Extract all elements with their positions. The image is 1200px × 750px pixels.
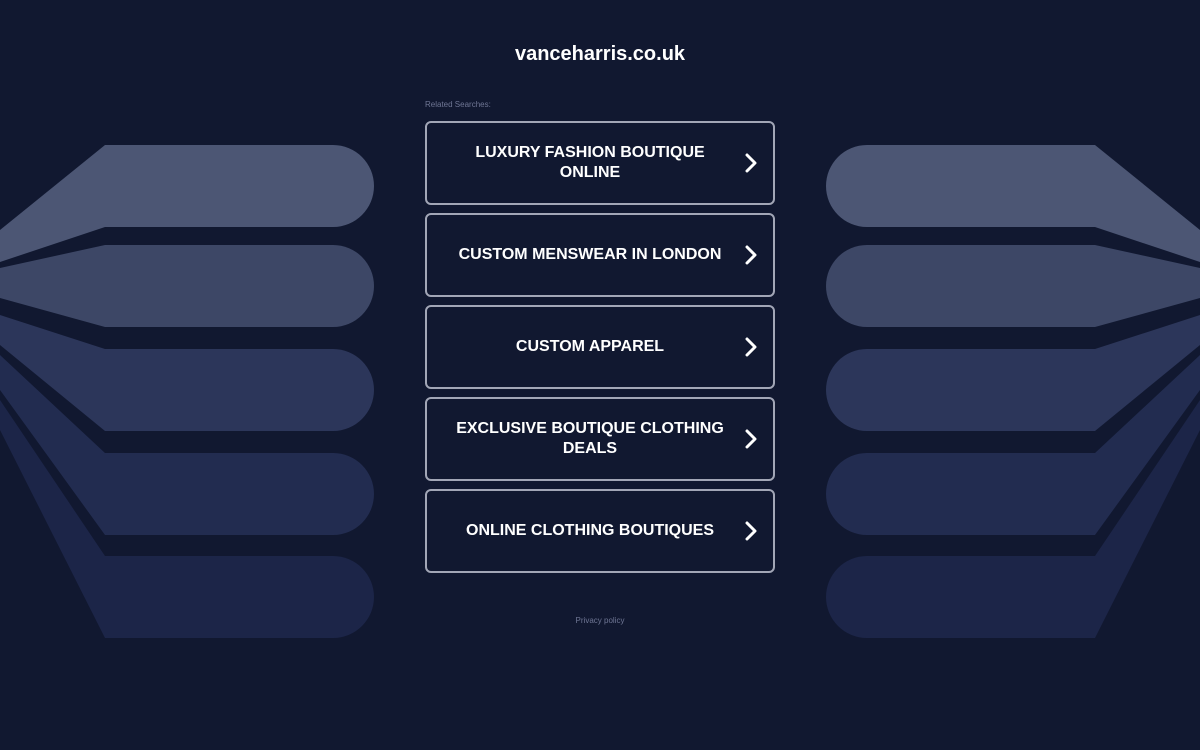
- chevron-right-icon: [745, 521, 757, 541]
- chevron-right-icon: [745, 337, 757, 357]
- related-search-link-luxury-fashion-boutique-online[interactable]: LUXURY FASHION BOUTIQUE ONLINE: [425, 121, 775, 205]
- related-search-link-exclusive-boutique-clothing-deals[interactable]: EXCLUSIVE BOUTIQUE CLOTHING DEALS: [425, 397, 775, 481]
- decor-band-left-1: [0, 145, 374, 262]
- chevron-right-icon: [745, 153, 757, 173]
- related-search-label: CUSTOM MENSWEAR IN LONDON: [458, 246, 722, 263]
- related-search-link-online-clothing-boutiques[interactable]: ONLINE CLOTHING BOUTIQUES: [425, 489, 775, 573]
- related-search-label: CUSTOM APPAREL: [515, 338, 665, 355]
- related-searches-list: LUXURY FASHION BOUTIQUE ONLINE CUSTOM ME…: [425, 121, 775, 581]
- related-search-label: EXCLUSIVE BOUTIQUE CLOTHING DEALS: [456, 420, 724, 457]
- related-search-label: LUXURY FASHION BOUTIQUE ONLINE: [475, 144, 705, 181]
- related-search-label: ONLINE CLOTHING BOUTIQUES: [466, 522, 714, 539]
- related-searches-label: Related Searches:: [425, 100, 491, 109]
- decor-band-left-2: [0, 245, 374, 327]
- chevron-right-icon: [745, 429, 757, 449]
- domain-title: vanceharris.co.uk: [514, 43, 686, 65]
- chevron-right-icon: [745, 245, 757, 265]
- decor-band-right-1: [826, 145, 1200, 262]
- related-search-link-custom-menswear-in-london[interactable]: CUSTOM MENSWEAR IN LONDON: [425, 213, 775, 297]
- privacy-policy-link[interactable]: Privacy policy: [0, 615, 1200, 627]
- parked-domain-page: vanceharris.co.uk Related Searches: LUXU…: [0, 0, 1200, 750]
- decor-band-right-2: [826, 245, 1200, 327]
- related-search-link-custom-apparel[interactable]: CUSTOM APPAREL: [425, 305, 775, 389]
